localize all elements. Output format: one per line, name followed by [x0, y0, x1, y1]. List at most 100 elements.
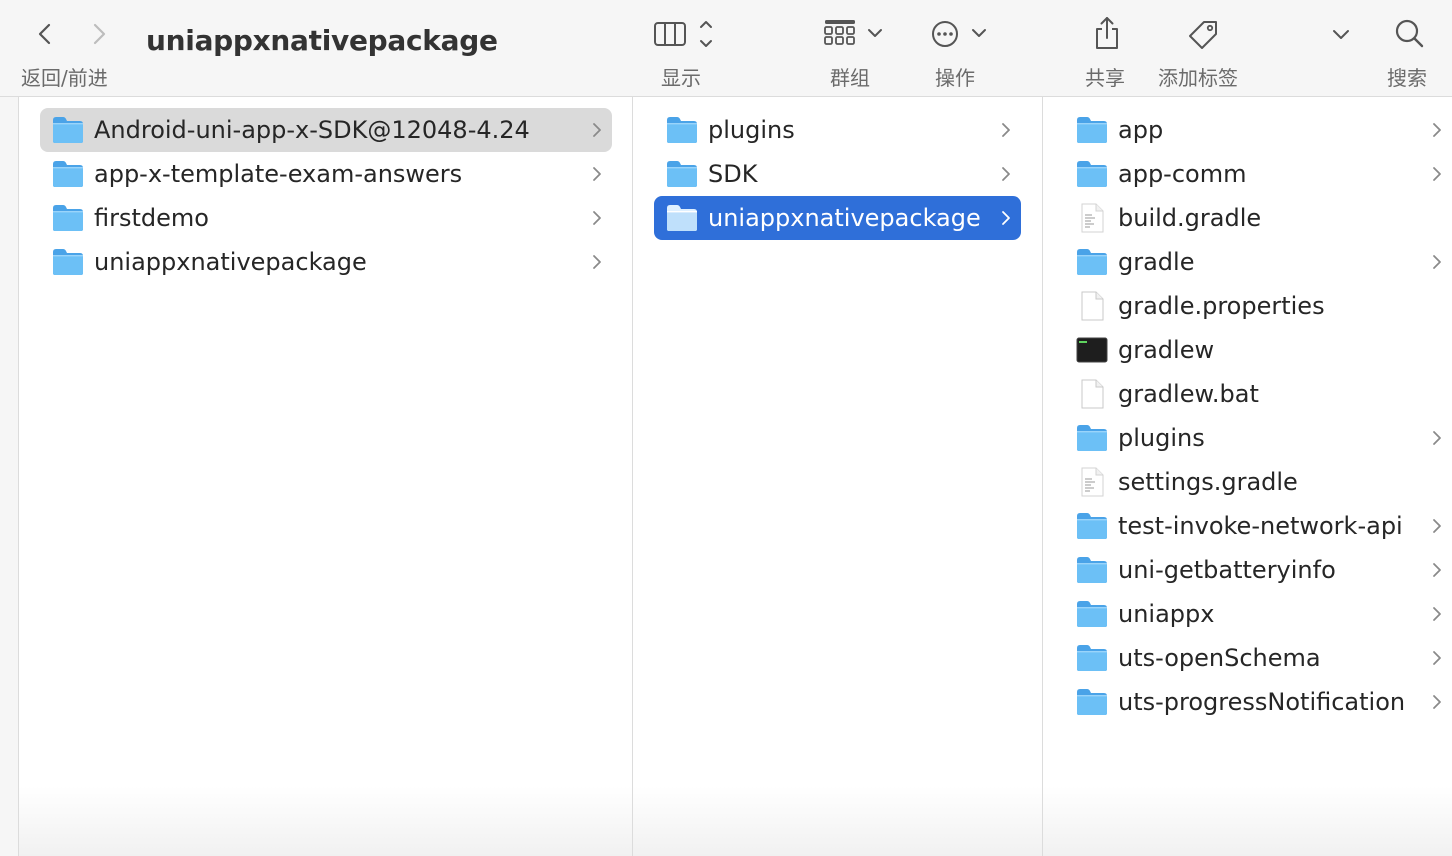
file-name: test-invoke-network-api [1118, 512, 1403, 540]
search-label: 搜索 [1387, 66, 1427, 90]
folder-icon [52, 247, 84, 277]
folder-icon [1076, 115, 1108, 145]
toolbar: 返回/前进 uniappxnativepackage 显示 群组 操作 共享 添… [0, 0, 1452, 97]
share-label: 共享 [1085, 66, 1125, 90]
folder-icon [666, 115, 698, 145]
forward-button[interactable] [82, 18, 114, 50]
file-name: gradle.properties [1118, 292, 1325, 320]
file-name: uts-openSchema [1118, 644, 1321, 672]
file-row[interactable]: uniappxnativepackage [40, 240, 612, 284]
file-row[interactable]: gradle [1064, 240, 1452, 284]
folder-icon [52, 159, 84, 189]
chevron-right-icon [1432, 606, 1442, 622]
file-name: app-comm [1118, 160, 1247, 188]
chevron-right-icon [1432, 562, 1442, 578]
chevron-right-icon [592, 122, 602, 138]
file-name: gradlew [1118, 336, 1215, 364]
file-row[interactable]: uniappxnativepackage [654, 196, 1021, 240]
chevron-right-icon [1432, 518, 1442, 534]
file-row[interactable]: firstdemo [40, 196, 612, 240]
column-2: plugins SDK uniappxnativepackage [633, 97, 1043, 856]
share-button[interactable] [1091, 14, 1123, 54]
action-button[interactable] [928, 14, 992, 54]
file-row[interactable]: test-invoke-network-api [1064, 504, 1452, 548]
ellipsis-circle-icon [932, 21, 986, 47]
chevron-right-icon [1001, 122, 1011, 138]
chevron-right-icon [1432, 430, 1442, 446]
file-row[interactable]: gradlew [1064, 328, 1452, 372]
search-icon [1395, 19, 1424, 48]
file-row[interactable]: build.gradle [1064, 196, 1452, 240]
share-icon [1096, 17, 1118, 49]
action-label: 操作 [935, 66, 975, 90]
display-label: 显示 [661, 66, 701, 90]
file-row[interactable]: SDK [654, 152, 1021, 196]
file-row[interactable]: gradlew.bat [1064, 372, 1452, 416]
file-row[interactable]: uni-getbatteryinfo [1064, 548, 1452, 592]
folder-icon [52, 203, 84, 233]
file-row[interactable]: uts-progressNotification [1064, 680, 1452, 724]
view-mode-button[interactable] [652, 14, 720, 54]
chevron-left-icon [38, 23, 51, 45]
terminal-file-icon [1076, 335, 1108, 365]
folder-icon [1076, 599, 1108, 629]
file-row[interactable]: uniappx [1064, 592, 1452, 636]
columns-view-icon [654, 21, 712, 47]
chevron-right-icon [93, 23, 106, 45]
file-row[interactable]: uts-openSchema [1064, 636, 1452, 680]
folder-icon [1076, 159, 1108, 189]
file-name: gradle [1118, 248, 1195, 276]
chevron-right-icon [1432, 166, 1442, 182]
window-title: uniappxnativepackage [146, 24, 498, 57]
file-row[interactable]: gradle.properties [1064, 284, 1452, 328]
nav-label: 返回/前进 [21, 66, 108, 90]
file-name: plugins [1118, 424, 1205, 452]
folder-icon [1076, 511, 1108, 541]
file-name: firstdemo [94, 204, 209, 232]
document-icon [1076, 379, 1108, 409]
column-3: app app-comm build.gradle gradle gradle.… [1043, 97, 1452, 856]
chevron-right-icon [1432, 694, 1442, 710]
chevron-right-icon [1432, 650, 1442, 666]
file-row[interactable]: settings.gradle [1064, 460, 1452, 504]
folder-icon [666, 159, 698, 189]
text-file-icon [1076, 467, 1108, 497]
chevron-right-icon [1001, 166, 1011, 182]
group-label: 群组 [830, 66, 870, 90]
chevron-right-icon [1432, 254, 1442, 270]
column-1: Android-uni-app-x-SDK@12048-4.24 app-x-t… [19, 97, 633, 856]
file-row[interactable]: Android-uni-app-x-SDK@12048-4.24 [40, 108, 612, 152]
file-name: settings.gradle [1118, 468, 1298, 496]
chevron-right-icon [592, 166, 602, 182]
file-row[interactable]: app-x-template-exam-answers [40, 152, 612, 196]
file-row[interactable]: app-comm [1064, 152, 1452, 196]
file-name: uniappx [1118, 600, 1215, 628]
back-button[interactable] [30, 18, 62, 50]
file-row[interactable]: app [1064, 108, 1452, 152]
folder-icon [52, 115, 84, 145]
file-name: app-x-template-exam-answers [94, 160, 463, 188]
file-name: Android-uni-app-x-SDK@12048-4.24 [94, 116, 530, 144]
chevron-right-icon [592, 210, 602, 226]
file-name: app [1118, 116, 1164, 144]
add-tag-button[interactable] [1184, 14, 1224, 54]
document-icon [1076, 291, 1108, 321]
file-name: uniappxnativepackage [94, 248, 367, 276]
chevron-right-icon [1432, 122, 1442, 138]
file-name: uts-progressNotification [1118, 688, 1406, 716]
folder-icon [1076, 423, 1108, 453]
file-name: plugins [708, 116, 795, 144]
chevron-right-icon [1001, 210, 1011, 226]
group-button[interactable] [822, 14, 888, 54]
add-tag-label: 添加标签 [1158, 66, 1238, 90]
folder-icon [1076, 643, 1108, 673]
folder-icon [1076, 247, 1108, 277]
file-row[interactable]: plugins [1064, 416, 1452, 460]
file-row[interactable]: plugins [654, 108, 1021, 152]
more-toolbar-button[interactable] [1328, 14, 1354, 54]
sidebar-edge [0, 97, 19, 856]
file-name: SDK [708, 160, 758, 188]
folder-icon [1076, 687, 1108, 717]
search-button[interactable] [1392, 14, 1428, 54]
file-name: build.gradle [1118, 204, 1262, 232]
